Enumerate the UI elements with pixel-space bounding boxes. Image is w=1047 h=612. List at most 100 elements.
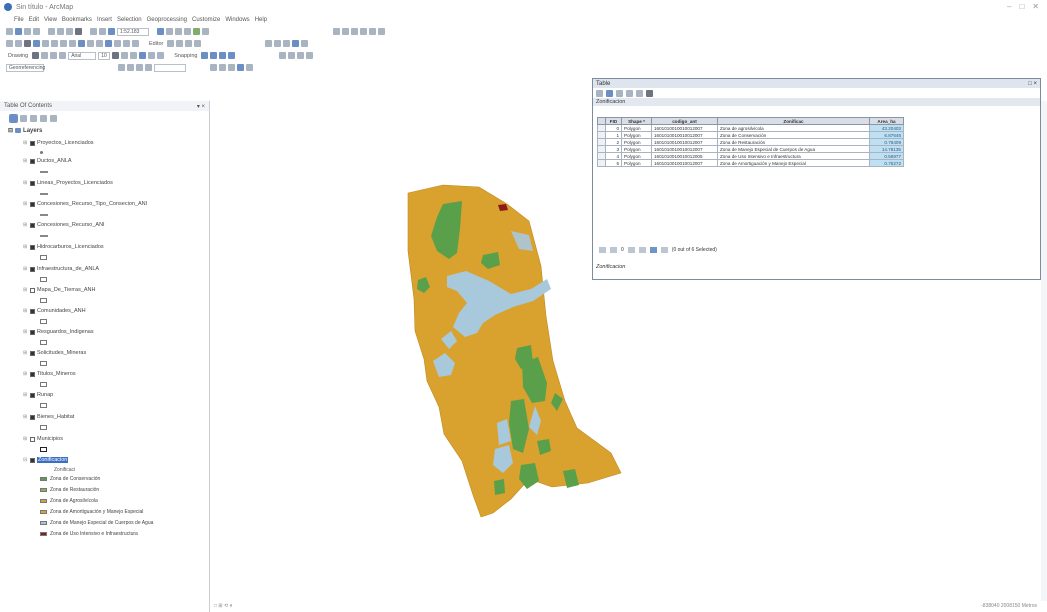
georeferencing-layer-select[interactable]: Georreferencing [6,63,45,72]
expand-icon[interactable]: ⊞ [23,287,28,293]
expand-icon[interactable]: ⊞ [23,140,28,146]
toolbar-extra-icon[interactable] [127,64,134,71]
expand-icon[interactable]: ⊞ [23,329,28,335]
toolbar-extra-icon[interactable] [118,64,125,71]
delete-selected-icon[interactable] [646,89,653,97]
current-record-field[interactable]: 0 [621,247,624,253]
identify-icon[interactable] [105,40,112,47]
editor-toolbar-icon[interactable] [157,28,164,35]
zoom-in-icon[interactable] [6,40,13,47]
table-options-icon[interactable] [596,89,603,97]
vertex-snapping-icon[interactable] [219,52,227,59]
menu-customize[interactable]: Customize [192,17,220,23]
forward-extent-icon[interactable] [69,40,76,47]
table-row[interactable]: 1 Polygon 1601010010010012007 Zona de Co… [597,131,904,139]
delete-icon[interactable] [75,28,82,35]
show-selected-records-button[interactable] [660,247,668,253]
select-by-attributes-icon[interactable] [616,89,623,97]
table-row[interactable]: 2 Polygon 1601010010010012007 Zona de Re… [597,138,904,146]
toolbar-extra-icon[interactable] [274,40,282,47]
redo-icon[interactable] [99,28,106,35]
menu-insert[interactable]: Insert [97,17,112,23]
layer-visibility-checkbox[interactable] [30,222,35,228]
hyperlink-icon[interactable] [132,40,139,47]
toolbar-extra-icon[interactable] [210,64,217,71]
expand-icon[interactable]: ⊞ [23,308,28,314]
layer-item[interactable]: ⊞ Comunidades_ANH [23,308,86,314]
switch-selection-icon[interactable] [626,89,633,97]
catalog-window-icon[interactable] [175,28,182,35]
toc-close-icon[interactable]: ▾ × [197,103,205,110]
layer-visibility-checkbox[interactable] [30,350,35,356]
layer-visibility-checkbox[interactable] [30,414,35,420]
full-extent-icon[interactable] [33,40,40,47]
layer-visibility-checkbox[interactable] [30,287,35,293]
toolbar-dropdown[interactable] [154,63,186,72]
layer-item[interactable]: ⊞ Runap [23,392,53,398]
legend-item[interactable]: Zona de Conservación [40,476,100,482]
font-size-select[interactable]: 10 [98,51,111,60]
snapping-label[interactable]: Snapping [172,53,199,59]
toolbar-extra-icon[interactable] [378,28,385,35]
toolbar-extra-icon[interactable] [136,64,143,71]
expand-icon[interactable]: ⊞ [23,158,28,164]
list-by-source-icon[interactable] [20,114,27,122]
layer-visibility-checkbox[interactable] [30,244,35,250]
legend-item[interactable]: Zona de Restauración [40,487,99,493]
layer-item[interactable]: ⊞ Lineas_Proyectos_Licenciados [23,180,113,186]
fill-color-icon[interactable] [148,52,156,59]
text-icon[interactable] [59,52,67,59]
layer-item[interactable]: ⊞ Solicitudes_Mineras [23,350,86,356]
layer-visibility-checkbox[interactable] [30,201,35,207]
legend-item[interactable]: Zona de Amortiguación y Manejo Especial [40,509,143,515]
bold-icon[interactable] [112,52,120,59]
column-header[interactable]: FID [605,117,622,125]
legend-item[interactable]: Zona de Agrosilvícola [40,498,98,504]
fixed-zoom-out-icon[interactable] [51,40,58,47]
toolbar-extra-icon[interactable] [219,64,226,71]
line-color-icon[interactable] [157,52,165,59]
clear-selection-icon[interactable] [87,40,94,47]
view-switch-buttons[interactable]: □ ⊞ ⟲ ⏸ [214,603,232,609]
menu-view[interactable]: View [44,17,57,23]
toolbar-extra-icon[interactable] [360,28,367,35]
new-document-icon[interactable] [6,28,13,35]
undo-icon[interactable] [90,28,97,35]
toc-window-icon[interactable] [166,28,173,35]
point-snapping-icon[interactable] [201,52,209,59]
expand-icon[interactable]: ⊞ [23,371,28,377]
layer-visibility-checkbox[interactable] [30,457,35,463]
layers-root[interactable]: ⊟ Layers [8,127,42,135]
last-record-button[interactable] [638,247,646,253]
italic-icon[interactable] [121,52,129,59]
toolbar-extra-icon[interactable] [301,40,309,47]
column-header[interactable]: Zonificac [717,117,870,125]
end-snapping-icon[interactable] [210,52,218,59]
layer-item[interactable]: ⊞ Infraestructura_de_ANLA [23,266,99,272]
expand-icon[interactable]: ⊞ [23,180,28,186]
toolbar-extra-icon[interactable] [288,52,296,59]
layer-item[interactable]: ⊞ Hidrocarburos_Licenciados [23,244,104,250]
column-header[interactable]: codigo_ant [651,117,718,125]
layer-item[interactable]: ⊞ Concesiones_Recurso_Tipo_Consecion_ANI [23,201,147,207]
column-header[interactable]: Shape * [621,117,652,125]
toolbar-extra-icon[interactable] [265,40,273,47]
layer-visibility-checkbox[interactable] [30,180,35,186]
cut-icon[interactable] [48,28,55,35]
row-selector[interactable] [597,152,606,160]
row-selector-header[interactable] [597,117,606,125]
layer-item-selected[interactable]: ⊟ Zonificacion [23,457,69,463]
edge-snapping-icon[interactable] [228,52,236,59]
close-button[interactable]: ✕ [1032,2,1039,11]
menu-selection[interactable]: Selection [117,17,142,23]
collapse-icon[interactable]: ⊟ [8,127,13,134]
layer-visibility-checkbox[interactable] [30,266,35,272]
font-color-icon[interactable] [139,52,147,59]
previous-record-button[interactable] [610,247,617,253]
layer-visibility-checkbox[interactable] [30,140,35,146]
expand-icon[interactable]: ⊞ [23,201,28,207]
toolbar-extra-icon[interactable] [246,64,253,71]
legend-item[interactable]: Zona de Manejo Especial de Cuerpos de Ag… [40,520,153,526]
measure-icon[interactable] [123,40,130,47]
straight-segment-icon[interactable] [185,40,193,47]
